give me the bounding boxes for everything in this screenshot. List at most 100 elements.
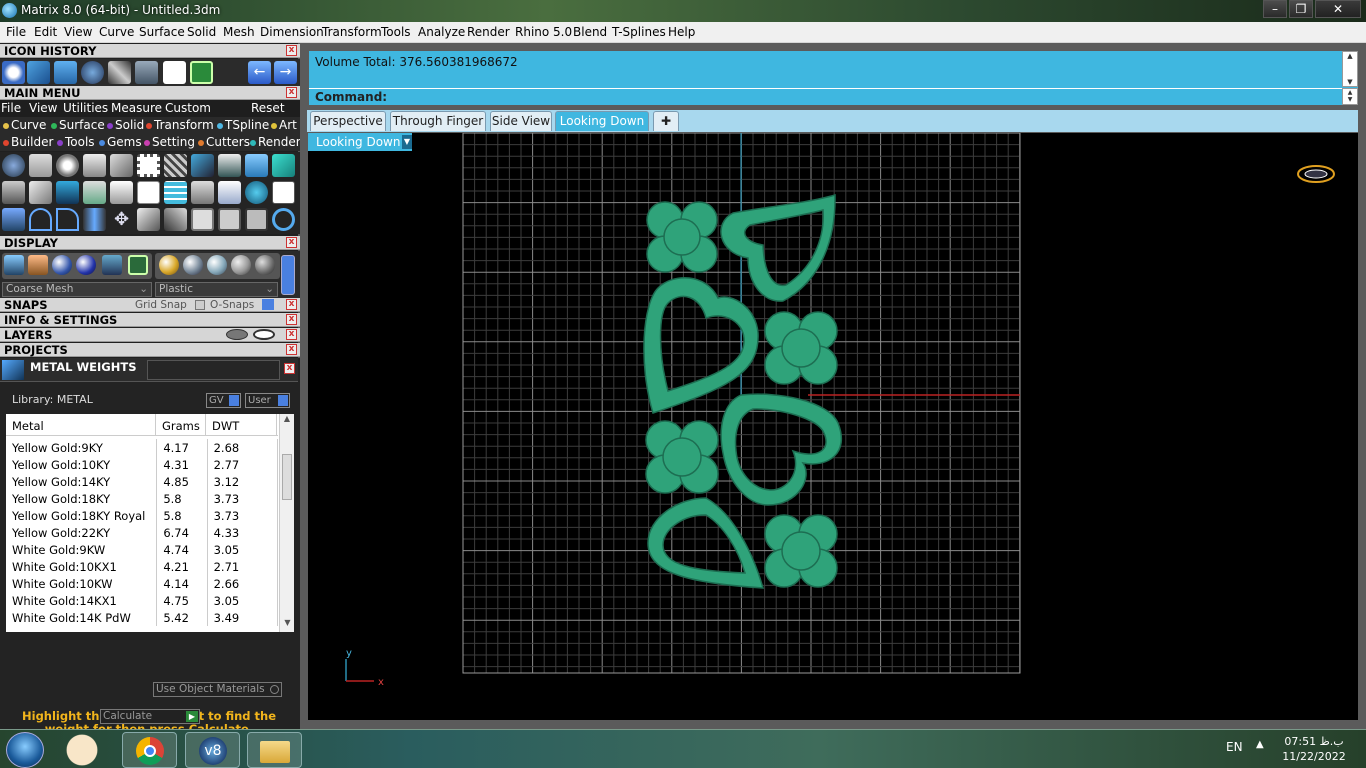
table-row[interactable]: White Gold:14K PdW 5.42 3.49 [6,609,279,626]
eye-icon[interactable] [253,329,275,340]
close-icon[interactable]: x [286,329,297,340]
tab-looking-down[interactable]: Looking Down [555,111,649,131]
history-tool-icon-4[interactable] [81,61,104,84]
osnaps-checkbox[interactable] [195,300,205,310]
command-line[interactable]: Command: [309,88,1342,105]
tool-icon-r2c11[interactable] [272,181,295,204]
history-tool-icon-1[interactable] [2,61,25,84]
tool-icon-r3c2[interactable] [29,208,52,231]
logo-tool-icon[interactable] [137,181,160,204]
chrome-material-icon[interactable] [183,255,203,275]
table-row[interactable]: White Gold:10KW 4.14 2.66 [6,575,279,592]
mesh-dropdown[interactable]: Coarse Mesh ⌄ [2,282,152,297]
material-dropdown[interactable]: Plastic ⌄ [155,282,278,297]
tool-icon-r1c11[interactable] [272,154,295,177]
tray-expand-icon[interactable]: ▲ [1256,739,1264,750]
pattern-material-icon[interactable] [255,255,275,275]
back-arrow-icon[interactable]: ← [248,61,271,84]
menu-help[interactable]: Help [668,25,695,39]
chrome-icon[interactable] [122,732,177,768]
viewport-looking-down[interactable]: Looking Down ▼ y x [308,133,1358,720]
menu-tools[interactable]: Tools [381,25,411,39]
tool-icon-r2c5[interactable] [110,181,133,204]
start-button-icon[interactable] [6,732,44,768]
clock[interactable]: 07:51 ب.ظ 11/22/2022 [1274,734,1354,764]
tool-icon-r1c10[interactable] [245,154,268,177]
tab-perspective[interactable]: Perspective [310,111,386,131]
tool-icon-r3c8[interactable] [191,208,214,231]
menu-mesh[interactable]: Mesh [223,25,255,39]
tab-through-finger[interactable]: Through Finger [390,111,486,131]
menu-view[interactable]: View [64,25,92,39]
cat-render[interactable]: Render [250,135,301,149]
forward-arrow-icon[interactable]: → [274,61,297,84]
cat-transform[interactable]: Transform [146,118,214,132]
menu-file[interactable]: File [6,25,26,39]
menu-blend[interactable]: Blend [573,25,607,39]
icon-history-header[interactable]: ICON HISTORY x [0,44,300,58]
wireframe-icon[interactable] [4,255,24,275]
menu-edit[interactable]: Edit [34,25,57,39]
paint-app-icon[interactable] [60,732,115,768]
history-tool-icon-5[interactable] [108,61,131,84]
menu-solid[interactable]: Solid [187,25,216,39]
menu-rhino[interactable]: Rhino 5.0 [515,25,572,39]
minimize-button[interactable]: – [1263,0,1287,18]
menu-transform[interactable]: Transform [322,25,382,39]
use-object-materials-button[interactable]: Use Object Materials [153,682,282,697]
cat-tools[interactable]: Tools [57,135,95,149]
user-toggle[interactable]: User [245,393,290,408]
matte-material-icon[interactable] [231,255,251,275]
cat-surface[interactable]: Surface [51,118,105,132]
table-row[interactable]: White Gold:14KX1 4.75 3.05 [6,592,279,609]
tool-icon-r1c9[interactable] [218,154,241,177]
cat-cutters[interactable]: Cutters [198,135,250,149]
language-indicator[interactable]: EN [1226,740,1243,754]
smooth-sphere-icon[interactable] [76,255,96,275]
menu-curve[interactable]: Curve [99,25,134,39]
tool-icon-r1c8[interactable] [191,154,214,177]
table-row[interactable]: White Gold:9KW 4.74 3.05 [6,541,279,558]
close-button[interactable]: ✕ [1315,0,1361,18]
table-row[interactable]: Yellow Gold:14KY 4.85 3.12 [6,473,279,490]
tool-icon-r3c4[interactable] [83,208,106,231]
tool-icon-r1c6[interactable] [137,154,160,177]
layer-visibility-icon[interactable] [226,329,248,340]
menu-render[interactable]: Render [467,25,510,39]
tool-icon-r2c4[interactable] [83,181,106,204]
add-tab-button[interactable]: ✚ [653,111,679,131]
scroll-up-icon[interactable]: ▲ [280,414,294,428]
menu-tsplines[interactable]: T-Splines [612,25,666,39]
gv-toggle[interactable]: GV [206,393,241,408]
file-explorer-icon[interactable] [247,732,302,768]
mm-measure[interactable]: Measure [111,101,162,115]
restore-button[interactable]: ❐ [1289,0,1313,18]
tool-icon-r3c3[interactable] [56,208,79,231]
cat-solid[interactable]: Solid [107,118,144,132]
command-history-scrollbar[interactable]: ▲ ▼ [1342,51,1358,87]
move-icon[interactable]: ✥ [110,208,133,231]
history-tool-icon-8[interactable] [190,61,213,84]
tool-icon-r2c3[interactable] [56,181,79,204]
tool-icon-r1c1[interactable] [2,154,25,177]
mm-utilities[interactable]: Utilities [63,101,108,115]
metal-table-scrollbar[interactable]: ▲ ▼ [279,414,294,632]
tool-icon-r3c6[interactable] [137,208,160,231]
calculate-button[interactable]: Calculate ▶ [100,709,200,724]
rendered-sphere-icon[interactable] [52,255,72,275]
scroll-down-icon[interactable]: ▼ [280,618,294,632]
table-row[interactable]: Yellow Gold:9KY 4.17 2.68 [6,439,279,456]
new-document-icon[interactable] [163,61,186,84]
xray-icon[interactable] [128,255,148,275]
circle-tool-icon[interactable] [272,208,295,231]
display-header[interactable]: DISPLAY x [0,236,300,250]
grid-snap-toggle[interactable]: Grid Snap [135,298,187,312]
menu-analyze[interactable]: Analyze [418,25,465,39]
tool-icon-r2c7[interactable] [164,181,187,204]
snaps-header[interactable]: SNAPS Grid Snap O-Snaps x [0,298,300,312]
cat-tspline[interactable]: TSpline [217,118,269,132]
tool-icon-r2c10[interactable] [245,181,268,204]
tool-icon-r3c7[interactable] [164,208,187,231]
matrix-app-icon[interactable]: v8 [185,732,240,768]
tool-icon-r1c2[interactable] [29,154,52,177]
